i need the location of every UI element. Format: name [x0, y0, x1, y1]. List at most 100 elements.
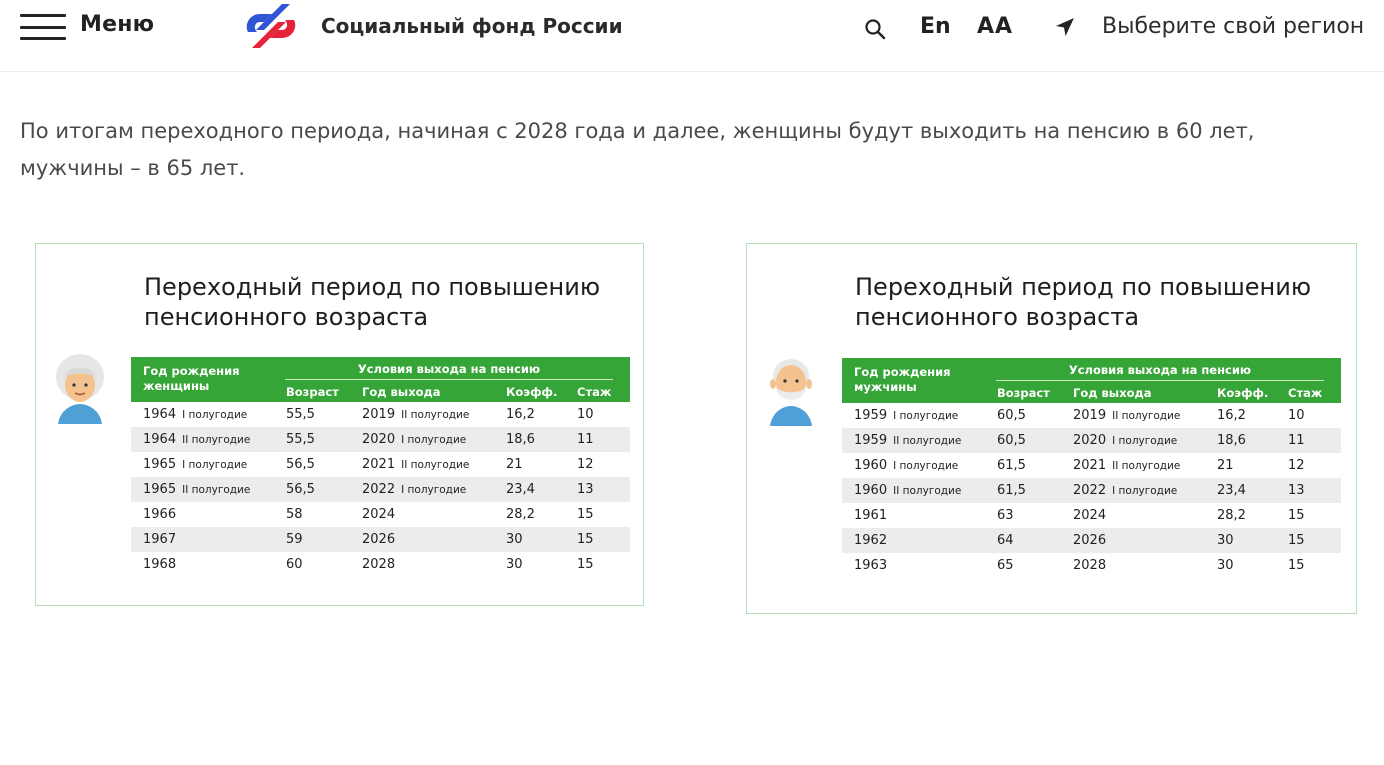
col-birth-year: Год рождения женщины: [143, 364, 240, 393]
cell-value: 1965: [143, 457, 177, 472]
man-avatar-icon: [770, 359, 812, 426]
table-cell-exp: 15: [1288, 508, 1305, 523]
cell-value: 30: [1217, 558, 1234, 573]
table-cell-year: 1959 II полугодие: [854, 433, 961, 448]
menu-button[interactable]: Меню: [80, 12, 154, 37]
women-card-title: Переходный период по повышению пенсионно…: [144, 273, 601, 331]
language-switch[interactable]: En: [920, 14, 951, 39]
table-cell-exit: 2019 II полугодие: [1073, 408, 1180, 423]
table-cell-age: 61,5: [997, 483, 1026, 498]
col-birth-year: Год рождения мужчины: [854, 365, 951, 394]
cell-value: 2022: [1073, 483, 1107, 498]
table-cell-exit: 2028: [1073, 558, 1112, 573]
cell-half-year: I полугодие: [893, 460, 959, 472]
cell-value: 10: [1288, 408, 1305, 423]
cell-half-year: I полугодие: [1112, 485, 1178, 497]
table-cell-year: 1964 II полугодие: [143, 432, 250, 447]
cell-value: 55,5: [286, 407, 315, 422]
cell-value: 1961: [854, 508, 888, 523]
table-cell-age: 56,5: [286, 482, 315, 497]
table-cell-coeff: 21: [1217, 458, 1234, 473]
women-table-header: Год рождения женщины Условия выхода на п…: [131, 357, 630, 402]
table-cell-coeff: 16,2: [1217, 408, 1246, 423]
men-card-title: Переходный период по повышению пенсионно…: [855, 273, 1312, 331]
cell-value: 16,2: [1217, 408, 1246, 423]
cell-half-year: I полугодие: [401, 484, 467, 496]
table-cell-age: 59: [286, 532, 303, 547]
table-cell-exit: 2028: [362, 557, 401, 572]
cell-value: 12: [1288, 458, 1305, 473]
cell-value: 30: [506, 532, 523, 547]
table-cell-exp: 15: [577, 532, 594, 547]
cell-value: 11: [577, 432, 594, 447]
table-cell-age: 58: [286, 507, 303, 522]
table-cell-age: 56,5: [286, 457, 315, 472]
table-row: 1961 63 2024 28,2 15: [842, 503, 1341, 528]
table-cell-coeff: 18,6: [506, 432, 535, 447]
region-label: Выберите свой регион: [1102, 14, 1365, 39]
cell-value: 63: [997, 508, 1014, 523]
table-cell-exit: 2026: [1073, 533, 1112, 548]
table-cell-age: 55,5: [286, 432, 315, 447]
col-exit-year: Год выхода: [1073, 386, 1152, 400]
cell-value: 55,5: [286, 432, 315, 447]
cell-value: 1966: [143, 507, 177, 522]
table-cell-exp: 15: [577, 507, 594, 522]
table-cell-age: 63: [997, 508, 1014, 523]
cell-half-year: II полугодие: [893, 485, 962, 497]
cell-value: 1968: [143, 557, 177, 572]
cell-value: 61,5: [997, 483, 1026, 498]
table-cell-exp: 11: [1288, 433, 1305, 448]
menu-burger-icon[interactable]: [20, 14, 66, 40]
cell-value: 1964: [143, 407, 177, 422]
cell-value: 1962: [854, 533, 888, 548]
cell-value: 21: [506, 457, 523, 472]
table-row: 1967 59 2026 30 15: [131, 527, 630, 552]
table-cell-coeff: 23,4: [506, 482, 535, 497]
region-selector[interactable]: Выберите свой регион: [1054, 14, 1364, 39]
table-cell-coeff: 23,4: [1217, 483, 1246, 498]
col-conditions: Условия выхода на пенсию: [285, 362, 613, 380]
table-cell-exp: 15: [1288, 558, 1305, 573]
cell-half-year: II полугодие: [1112, 460, 1181, 472]
table-cell-coeff: 30: [506, 532, 523, 547]
col-age: Возраст: [286, 385, 339, 399]
table-cell-age: 60: [286, 557, 303, 572]
table-row: 1963 65 2028 30 15: [842, 553, 1341, 578]
cell-value: 58: [286, 507, 303, 522]
col-age: Возраст: [997, 386, 1050, 400]
cell-value: 1964: [143, 432, 177, 447]
table-cell-exit: 2026: [362, 532, 401, 547]
cell-value: 18,6: [506, 432, 535, 447]
table-cell-coeff: 28,2: [506, 507, 535, 522]
cell-value: 2026: [1073, 533, 1107, 548]
cell-half-year: II полугодие: [893, 435, 962, 447]
cell-value: 2028: [1073, 558, 1107, 573]
search-icon[interactable]: [864, 18, 886, 40]
cell-value: 1959: [854, 433, 888, 448]
table-cell-year: 1964 I полугодие: [143, 407, 247, 422]
cell-half-year: II полугодие: [182, 484, 251, 496]
table-cell-age: 65: [997, 558, 1014, 573]
table-cell-exp: 12: [577, 457, 594, 472]
cell-value: 2019: [1073, 408, 1107, 423]
cell-value: 64: [997, 533, 1014, 548]
table-cell-exit: 2020 I полугодие: [1073, 433, 1177, 448]
sfr-logo-icon[interactable]: [242, 2, 300, 50]
cell-value: 1959: [854, 408, 888, 423]
table-cell-coeff: 30: [506, 557, 523, 572]
cell-value: 60: [286, 557, 303, 572]
table-cell-year: 1968: [143, 557, 182, 572]
font-size-toggle[interactable]: АА: [977, 14, 1013, 39]
table-cell-coeff: 21: [506, 457, 523, 472]
col-experience: Стаж: [1288, 386, 1323, 400]
table-cell-year: 1967: [143, 532, 182, 547]
table-cell-exit: 2022 I полугодие: [362, 482, 466, 497]
cell-half-year: II полугодие: [401, 409, 470, 421]
cell-value: 13: [1288, 483, 1305, 498]
org-name[interactable]: Социальный фонд России: [321, 14, 623, 38]
cell-value: 1960: [854, 483, 888, 498]
table-cell-coeff: 16,2: [506, 407, 535, 422]
women-card: Переходный период по повышению пенсионно…: [35, 243, 644, 606]
col-conditions: Условия выхода на пенсию: [996, 363, 1324, 381]
